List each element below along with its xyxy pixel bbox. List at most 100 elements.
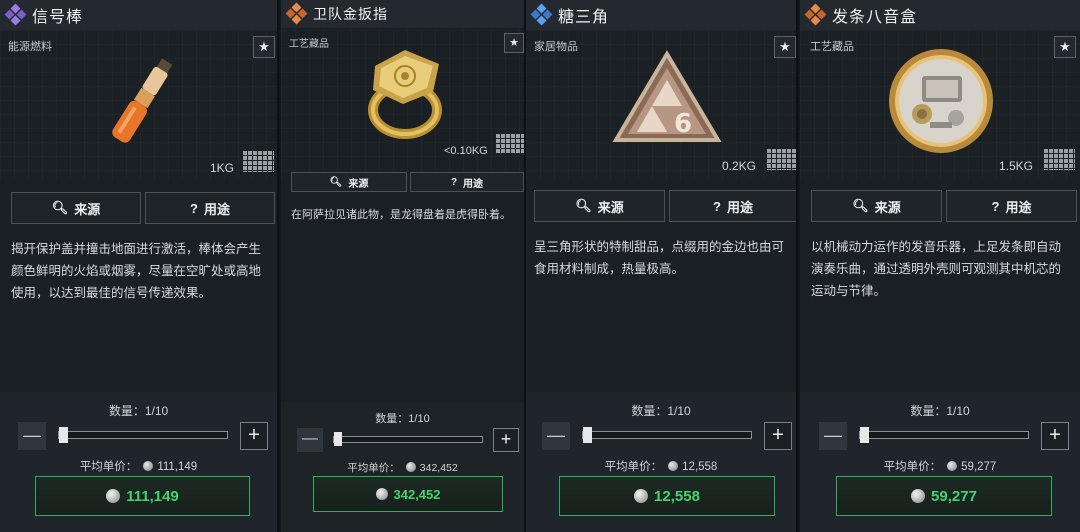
avg-price-value: 342,452 (419, 462, 458, 474)
average-price: 平均单价： 12,558 (526, 458, 796, 474)
item-title: 信号棒 (32, 9, 84, 26)
source-label: 来源 (874, 199, 901, 215)
avg-price-value: 12,558 (682, 461, 718, 473)
inventory-grid-icon (242, 150, 274, 172)
use-label: 用途 (203, 201, 230, 217)
use-label: 用途 (1005, 199, 1032, 215)
slider-knob[interactable] (59, 427, 68, 443)
coin-icon (106, 489, 121, 503)
buy-total-button[interactable]: 342,452 (313, 476, 503, 512)
avg-price-label: 平均单价： (604, 461, 663, 473)
avg-price-value: 59,277 (961, 461, 997, 473)
use-button[interactable]: ? 用途 (410, 172, 524, 192)
average-price: 平均单价： 342,452 (281, 460, 524, 475)
music-box-icon (889, 49, 993, 153)
source-button[interactable]: 🔍︎ 来源 (11, 192, 141, 224)
card-title-bar: 卫队金扳指 (281, 0, 524, 28)
rarity-diamond-icon (4, 3, 27, 26)
quantity-slider[interactable] (58, 427, 228, 443)
buy-total-button[interactable]: 12,558 (559, 476, 775, 516)
quantity-plus-button[interactable]: + (1041, 422, 1069, 450)
item-description: 揭开保护盖并撞击地面进行激活，棒体会产生颜色鲜明的火焰或烟雾，尽量在空旷处或高地… (11, 242, 262, 300)
avg-price-label: 平均单价： (79, 461, 138, 473)
gold-ring-icon (368, 50, 442, 139)
quantity-label: 数量：1/10 (108, 404, 169, 418)
coin-icon (668, 461, 679, 471)
item-card-signal-flare: 信号棒 能源燃料 ★ 1KG 🔍︎ 来源 ? 用途 揭开保护盖并撞击地面进行激活，棒… (0, 0, 279, 532)
item-card-sugar-triangle: 糖三角 家居物品 ★ 6 0.2KG 🔍︎ 来源 ? 用途 呈三角形状的特制甜品，点… (526, 0, 798, 532)
item-weight: 1.5KG (999, 159, 1034, 173)
quantity-plus-button[interactable]: + (240, 422, 268, 450)
rarity-diamond-icon (530, 3, 553, 26)
inventory-grid-icon (495, 133, 524, 153)
use-button[interactable]: ? 用途 (669, 190, 796, 222)
source-button[interactable]: 🔍︎ 来源 (291, 172, 407, 192)
quantity-plus-button[interactable]: + (493, 428, 519, 452)
coin-icon (634, 489, 649, 503)
item-weight: 0.2KG (722, 159, 757, 173)
use-label: 用途 (726, 199, 753, 215)
total-price: 59,277 (931, 487, 977, 505)
purchase-panel: 数量：1/10 — + 平均单价： 342,452 342,452 (281, 402, 524, 532)
favorite-star-button[interactable]: ★ (253, 36, 275, 58)
quantity-minus-button[interactable]: — (297, 428, 323, 452)
purchase-panel: 数量：1/10 — + 平均单价： 59,277 59,277 (800, 392, 1080, 532)
slider-knob[interactable] (334, 432, 342, 446)
item-category: 能源燃料 (8, 41, 52, 53)
quantity-slider[interactable] (582, 427, 752, 443)
coin-icon (375, 488, 388, 500)
rarity-diamond-icon (804, 3, 827, 26)
card-title-bar: 信号棒 (0, 0, 277, 30)
item-category: 家居物品 (534, 41, 578, 53)
purchase-panel: 数量：1/10 — + 平均单价： 111,149 111,149 (0, 392, 277, 532)
inventory-grid-icon (1043, 148, 1075, 170)
favorite-star-button[interactable]: ★ (774, 36, 796, 58)
favorite-star-button[interactable]: ★ (1054, 36, 1076, 58)
card-title-bar: 发条八音盒 (800, 0, 1080, 30)
item-description: 以机械动力运作的发音乐器，上足发条即自动演奏乐曲，通过透明外壳则可观测其中机芯的… (811, 240, 1062, 298)
coin-icon (405, 462, 416, 472)
item-title: 发条八音盒 (832, 9, 918, 26)
buy-total-button[interactable]: 59,277 (836, 476, 1052, 516)
use-button[interactable]: ? 用途 (145, 192, 275, 224)
question-icon: ? (991, 198, 1000, 214)
slider-knob[interactable] (860, 427, 869, 443)
coin-icon (911, 489, 926, 503)
quantity-minus-button[interactable]: — (542, 422, 570, 450)
item-category: 工艺藏品 (810, 41, 854, 53)
question-icon: ? (713, 198, 721, 214)
item-card-music-box: 发条八音盒 工艺藏品 ★ 1.5KG 🔍︎ 来源 ? 用途 以机械动力运作的发音乐器… (800, 0, 1080, 532)
quantity-plus-button[interactable]: + (764, 422, 792, 450)
rarity-diamond-icon (285, 2, 308, 25)
quantity-slider[interactable] (859, 427, 1029, 443)
quantity-label: 数量：1/10 (910, 404, 970, 418)
avg-price-label: 平均单价： (347, 462, 400, 474)
quantity-slider[interactable] (333, 432, 483, 446)
source-label: 来源 (74, 201, 101, 217)
source-label: 来源 (348, 178, 369, 190)
item-card-guard-gold-ring: 卫队金扳指 工艺藏品 ★ <0.10KG 🔍︎ 来源 ? 用途 在阿萨拉见诸此物，是… (281, 0, 526, 532)
average-price: 平均单价： 59,277 (800, 458, 1080, 474)
search-icon: 🔍︎ (329, 176, 343, 188)
inventory-grid-icon (766, 148, 796, 170)
avg-price-value: 111,149 (157, 461, 198, 473)
search-icon: 🔍︎ (51, 200, 69, 215)
quantity-minus-button[interactable]: — (18, 422, 46, 450)
item-title: 卫队金扳指 (313, 6, 388, 22)
signal-flare-icon (112, 58, 173, 143)
favorite-star-button[interactable]: ★ (504, 33, 524, 53)
quantity-minus-button[interactable]: — (819, 422, 847, 450)
slider-knob[interactable] (583, 427, 592, 443)
avg-price-label: 平均单价： (883, 461, 942, 473)
purchase-panel: 数量：1/10 — + 平均单价： 12,558 12,558 (526, 392, 796, 532)
quantity-label: 数量：1/10 (375, 413, 430, 425)
total-price: 111,149 (126, 487, 179, 505)
use-button[interactable]: ? 用途 (946, 190, 1077, 222)
use-label: 用途 (463, 178, 484, 190)
source-button[interactable]: 🔍︎ 来源 (534, 190, 665, 222)
item-weight: 1KG (210, 161, 235, 175)
average-price: 平均单价： 111,149 (0, 458, 277, 474)
source-button[interactable]: 🔍︎ 来源 (811, 190, 942, 222)
item-weight: <0.10KG (444, 145, 488, 157)
buy-total-button[interactable]: 111,149 (35, 476, 250, 516)
